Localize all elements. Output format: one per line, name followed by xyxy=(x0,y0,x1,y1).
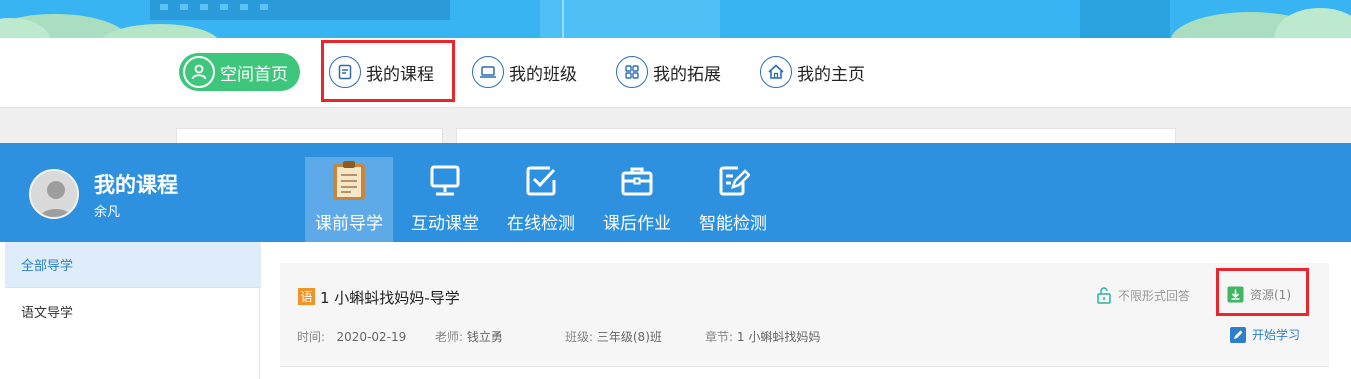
monitor-icon xyxy=(423,159,467,203)
subject-badge: 语 xyxy=(298,288,315,305)
sidebar-item-label: 语文导学 xyxy=(21,305,74,321)
checkbox-icon xyxy=(519,159,563,203)
nav-label: 我的班级 xyxy=(509,64,577,85)
tab-online-test[interactable]: 在线检测 xyxy=(497,157,585,242)
lesson-card: 语 1 小蝌蚪找妈妈-导学 时间: 2020-02-19 老师: 钱立勇 班级:… xyxy=(280,263,1329,367)
home-icon xyxy=(760,56,792,88)
tab-label: 互动课堂 xyxy=(411,214,479,234)
lesson-title[interactable]: 1 小蝌蚪找妈妈-导学 xyxy=(320,287,460,308)
tab-interactive-class[interactable]: 互动课堂 xyxy=(401,157,489,242)
edit-icon xyxy=(711,159,755,203)
grid-icon xyxy=(616,56,648,88)
lesson-teacher: 老师: 钱立勇 xyxy=(435,328,503,345)
top-navigation: 空间首页 我的课程 我的班级 我的拓展 我的主页 xyxy=(0,38,1351,108)
nav-label: 空间首页 xyxy=(220,64,288,85)
chapter-value: 1 小蝌蚪找妈妈 xyxy=(736,330,821,344)
answer-mode-label: 不限形式回答 xyxy=(1118,288,1191,303)
nav-space-home[interactable]: 空间首页 xyxy=(179,53,300,91)
nav-my-class[interactable]: 我的班级 xyxy=(472,53,577,91)
briefcase-icon xyxy=(615,159,659,203)
sidebar-item-chinese-guides[interactable]: 语文导学 xyxy=(5,288,261,334)
sidebar: 全部导学 语文导学 xyxy=(0,242,261,379)
lesson-time: 时间: 2020-02-19 xyxy=(297,328,406,345)
content-background xyxy=(0,108,1351,143)
chapter-label: 章节: xyxy=(705,330,734,344)
main-content: 语 1 小蝌蚪找妈妈-导学 时间: 2020-02-19 老师: 钱立勇 班级:… xyxy=(261,242,1351,379)
top-banner xyxy=(0,0,1351,38)
course-header: 我的课程 余凡 课前导学 互动课堂 在线检测 课后作业 智能检测 xyxy=(0,143,1351,242)
time-value: 2020-02-19 xyxy=(336,330,407,344)
tab-homework[interactable]: 课后作业 xyxy=(593,157,681,242)
laptop-icon xyxy=(472,56,504,88)
tab-label: 课后作业 xyxy=(603,214,671,234)
user-icon xyxy=(183,56,215,88)
user-silhouette-icon xyxy=(31,171,77,217)
avatar xyxy=(29,169,79,219)
answer-mode: 不限形式回答 xyxy=(1096,286,1190,304)
clipboard-icon xyxy=(327,159,371,203)
nav-my-extension[interactable]: 我的拓展 xyxy=(616,53,721,91)
panel-right xyxy=(456,128,1176,143)
unlock-icon xyxy=(1096,286,1112,304)
highlight-box-my-courses xyxy=(321,40,455,102)
highlight-box-resources xyxy=(1216,268,1309,316)
class-label: 班级: xyxy=(565,330,594,344)
nav-my-homepage[interactable]: 我的主页 xyxy=(760,53,865,91)
panel-left xyxy=(176,128,443,143)
user-name: 余凡 xyxy=(94,205,121,220)
pencil-icon xyxy=(1230,326,1246,343)
banner-illustration xyxy=(0,0,1351,38)
class-value: 三年级(8)班 xyxy=(596,330,662,344)
start-learning-button[interactable]: 开始学习 xyxy=(1230,326,1300,343)
time-label: 时间: xyxy=(297,330,326,344)
tab-label: 在线检测 xyxy=(507,214,575,234)
teacher-value: 钱立勇 xyxy=(466,330,503,344)
lesson-class: 班级: 三年级(8)班 xyxy=(565,328,662,345)
nav-label: 我的拓展 xyxy=(653,64,721,85)
sidebar-item-all-guides[interactable]: 全部导学 xyxy=(5,242,261,288)
teacher-label: 老师: xyxy=(435,330,464,344)
sidebar-item-label: 全部导学 xyxy=(21,259,74,274)
lesson-chapter: 章节: 1 小蝌蚪找妈妈 xyxy=(705,328,820,345)
tab-label: 课前导学 xyxy=(315,214,383,234)
tab-label: 智能检测 xyxy=(699,214,767,234)
tab-smart-test[interactable]: 智能检测 xyxy=(689,157,777,242)
page-title: 我的课程 xyxy=(94,173,178,197)
start-learning-label: 开始学习 xyxy=(1252,328,1301,342)
nav-label: 我的主页 xyxy=(797,64,865,85)
tab-pre-class-guide[interactable]: 课前导学 xyxy=(305,157,393,242)
